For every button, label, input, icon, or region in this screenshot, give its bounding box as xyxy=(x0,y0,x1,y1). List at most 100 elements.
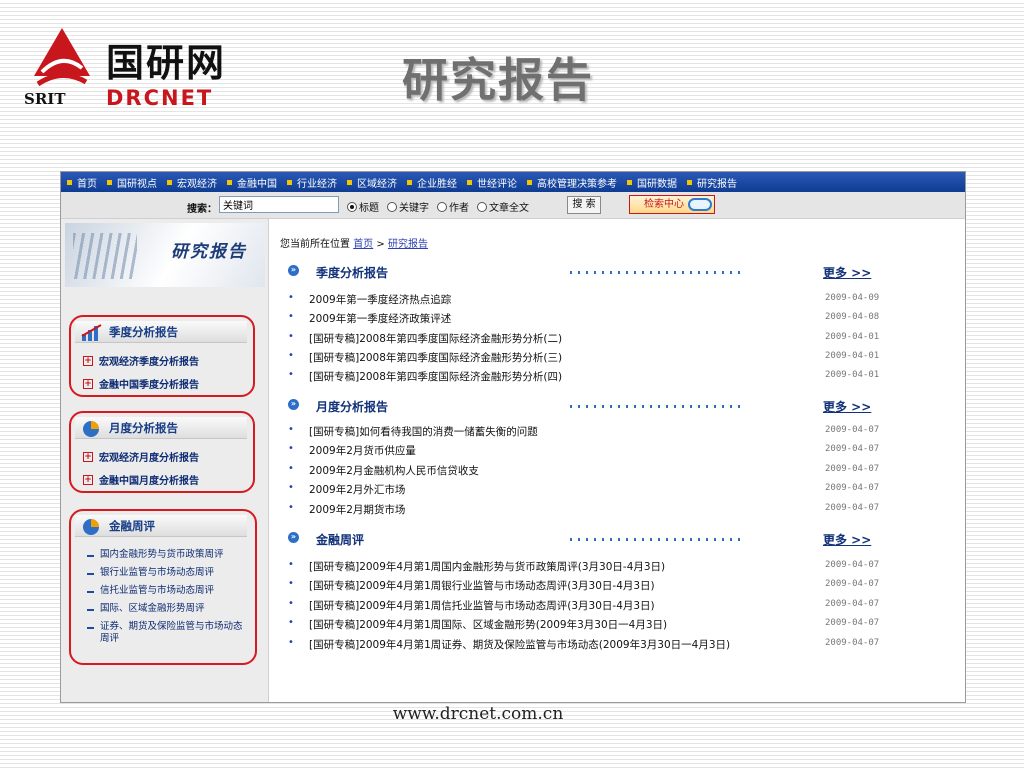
report-link[interactable]: [国研专稿]2009年4月第1周信托业监管与市场动态周评(3月30日-4月3日) xyxy=(309,598,655,613)
nav-label: 企业胜经 xyxy=(417,178,457,190)
sidebar-item-weekly-banking[interactable]: 银行业监管与市场动态周评 xyxy=(87,567,247,579)
nav-label: 宏观经济 xyxy=(177,178,217,190)
sidebar-quarterly-section: 季度分析报告 + 宏观经济季度分析报告 + 金融中国季度分析报告 xyxy=(69,315,255,397)
search-button[interactable]: 搜 索 xyxy=(567,196,601,214)
expand-icon: + xyxy=(83,474,93,485)
dash-icon xyxy=(87,555,94,557)
sidebar-item-label: 证券、期货及保险监管与市场动态周评 xyxy=(100,621,243,644)
nav-label: 国研视点 xyxy=(117,178,157,190)
bullet-icon: • xyxy=(288,331,294,342)
slide-title: 研究报告 xyxy=(402,53,594,107)
report-link[interactable]: [国研专稿]2008年第四季度国际经济金融形势分析(三) xyxy=(309,350,562,365)
report-link[interactable]: 2009年2月期货市场 xyxy=(309,502,405,517)
banner-chart-graphic xyxy=(73,233,137,279)
report-date: 2009-04-07 xyxy=(825,618,880,628)
nav-item-region[interactable]: 区域经济 xyxy=(347,175,397,190)
nav-label: 区域经济 xyxy=(357,178,397,190)
logo-triangle-icon xyxy=(34,28,90,87)
dash-icon xyxy=(87,609,94,611)
sidebar-item-weekly-securities[interactable]: 证券、期货及保险监管与市场动态周评 xyxy=(87,621,247,645)
nav-item-viewpoint[interactable]: 国研视点 xyxy=(107,175,157,190)
report-link[interactable]: [国研专稿]2009年4月第1周银行业监管与市场动态周评(3月30日-4月3日) xyxy=(309,578,655,593)
search-center-label: 检索中心 xyxy=(644,199,684,210)
report-link[interactable]: 2009年第一季度经济热点追踪 xyxy=(309,292,451,307)
report-link[interactable]: 2009年2月外汇市场 xyxy=(309,482,405,497)
nav-item-finance[interactable]: 金融中国 xyxy=(227,175,277,190)
expand-icon: + xyxy=(83,451,93,462)
dash-icon xyxy=(87,573,94,575)
radio-title[interactable]: 标题 xyxy=(347,199,379,214)
report-link[interactable]: [国研专稿]2009年4月第1周国际、区域金融形势(2009年3月30日一4月3… xyxy=(309,617,667,632)
sidebar-item-weekly-international[interactable]: 国际、区域金融形势周评 xyxy=(87,603,247,615)
bullet-icon: • xyxy=(288,502,294,513)
search-input[interactable] xyxy=(219,196,339,213)
dotted-divider xyxy=(570,538,740,541)
bar-chart-icon xyxy=(81,324,102,341)
bullet-icon: • xyxy=(288,463,294,474)
monthly-header[interactable]: 月度分析报告 xyxy=(75,417,247,439)
more-link[interactable]: 更多 >> xyxy=(823,531,871,548)
dotted-divider xyxy=(570,271,740,274)
report-link[interactable]: [国研专稿]2008年第四季度国际经济金融形势分析(四) xyxy=(309,369,562,384)
weekly-title: 金融周评 xyxy=(109,519,155,533)
nav-item-enterprise[interactable]: 企业胜经 xyxy=(407,175,457,190)
list-item: • 2009年2月外汇市场 2009-04-07 xyxy=(288,482,888,497)
breadcrumb-home-link[interactable]: 首页 xyxy=(353,239,373,250)
report-link[interactable]: [国研专稿]2009年4月第1周国内金融形势与货币政策周评(3月30日-4月3日… xyxy=(309,559,665,574)
nav-item-world[interactable]: 世经评论 xyxy=(467,175,517,190)
nav-item-university[interactable]: 高校管理决策参考 xyxy=(527,175,617,190)
breadcrumb-separator: > xyxy=(376,239,385,250)
report-link[interactable]: 2009年第一季度经济政策评述 xyxy=(309,311,451,326)
list-item: • [国研专稿]2009年4月第1周国际、区域金融形势(2009年3月30日一4月… xyxy=(288,617,888,632)
banner-title: 研究报告 xyxy=(171,242,247,262)
report-date: 2009-04-07 xyxy=(825,464,880,474)
radio-author[interactable]: 作者 xyxy=(437,199,469,214)
report-date: 2009-04-07 xyxy=(825,560,880,570)
list-item: • [国研专稿]2008年第四季度国际经济金融形势分析(四) 2009-04-01 xyxy=(288,369,888,384)
bullet-icon: • xyxy=(288,292,294,303)
magnifier-icon xyxy=(688,198,712,211)
section-quarterly-header: » 季度分析报告 更多 >> xyxy=(288,263,878,281)
nav-item-macro[interactable]: 宏观经济 xyxy=(167,175,217,190)
radio-label: 作者 xyxy=(449,203,469,214)
radio-label: 文章全文 xyxy=(489,203,529,214)
weekly-header[interactable]: 金融周评 xyxy=(75,515,247,537)
radio-fulltext[interactable]: 文章全文 xyxy=(477,199,529,214)
radio-keyword[interactable]: 关键字 xyxy=(387,199,429,214)
sidebar-item-label: 银行业监管与市场动态周评 xyxy=(100,567,215,578)
quarterly-header[interactable]: 季度分析报告 xyxy=(75,321,247,343)
sidebar-item-finance-monthly[interactable]: + 金融中国月度分析报告 xyxy=(83,472,199,487)
nav-label: 首页 xyxy=(77,178,97,190)
sidebar-item-macro-quarterly[interactable]: + 宏观经济季度分析报告 xyxy=(83,353,199,368)
nav-item-reports[interactable]: 研究报告 xyxy=(687,175,737,190)
sidebar-item-label: 国际、区域金融形势周评 xyxy=(100,603,205,614)
report-link[interactable]: 2009年2月金融机构人民币信贷收支 xyxy=(309,463,479,478)
nav-label: 研究报告 xyxy=(697,178,737,190)
bullet-icon: • xyxy=(288,482,294,493)
quarterly-title: 季度分析报告 xyxy=(109,325,178,339)
report-link[interactable]: [国研专稿]2008年第四季度国际经济金融形势分析(二) xyxy=(309,331,562,346)
dash-icon xyxy=(87,591,94,593)
bullet-icon: • xyxy=(288,617,294,628)
sidebar-item-macro-monthly[interactable]: + 宏观经济月度分析报告 xyxy=(83,449,199,464)
report-date: 2009-04-01 xyxy=(825,370,880,380)
report-date: 2009-04-07 xyxy=(825,599,880,609)
report-link[interactable]: [国研专稿]2009年4月第1周证券、期货及保险监管与市场动态(2009年3月3… xyxy=(309,637,730,652)
nav-item-data[interactable]: 国研数据 xyxy=(627,175,677,190)
logo-srit-text: SRIT xyxy=(24,90,66,108)
nav-item-industry[interactable]: 行业经济 xyxy=(287,175,337,190)
more-link[interactable]: 更多 >> xyxy=(823,398,871,415)
radio-label: 关键字 xyxy=(399,203,429,214)
sidebar-item-weekly-trust[interactable]: 信托业监管与市场动态周评 xyxy=(87,585,247,597)
report-link[interactable]: 2009年2月货币供应量 xyxy=(309,443,416,458)
search-scope-radios: 标题 关键字 作者 文章全文 xyxy=(347,199,529,214)
more-link[interactable]: 更多 >> xyxy=(823,264,871,281)
report-link[interactable]: [国研专稿]如何看待我国的消费一储蓄失衡的问题 xyxy=(309,424,538,439)
search-center-button[interactable]: 检索中心 xyxy=(629,195,715,214)
sidebar-item-finance-quarterly[interactable]: + 金融中国季度分析报告 xyxy=(83,376,199,391)
report-date: 2009-04-08 xyxy=(825,312,880,322)
sidebar-item-weekly-domestic[interactable]: 国内金融形势与货币政策周评 xyxy=(87,549,247,561)
breadcrumb-current-link[interactable]: 研究报告 xyxy=(388,239,428,250)
report-date: 2009-04-07 xyxy=(825,483,880,493)
nav-item-home[interactable]: 首页 xyxy=(67,175,97,190)
